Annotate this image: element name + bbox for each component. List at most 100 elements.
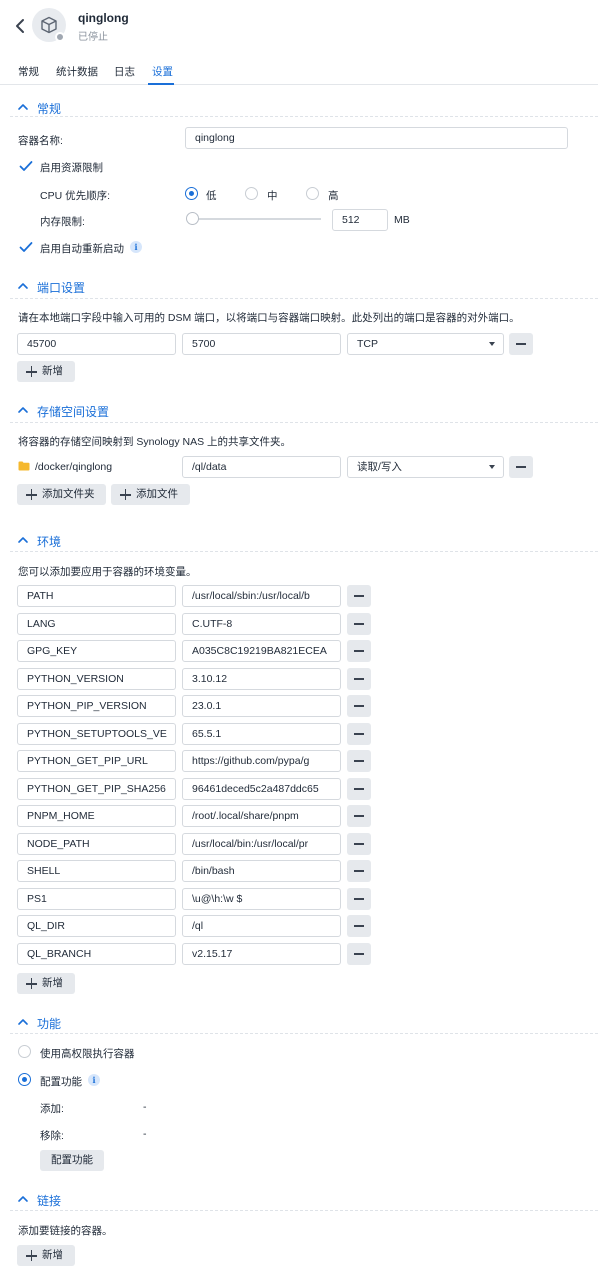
env-key-input[interactable]: PYTHON_PIP_VERSION <box>17 695 176 717</box>
privileged-radio[interactable] <box>18 1045 31 1058</box>
local-port-input[interactable]: 45700 <box>17 333 176 355</box>
env-key-input[interactable]: PNPM_HOME <box>17 805 176 827</box>
remove-env-button[interactable] <box>347 750 371 772</box>
auto-restart-label[interactable]: 启用自动重新启动 <box>40 241 124 256</box>
checkmark-icon[interactable] <box>19 160 33 172</box>
env-key-input[interactable]: LANG <box>17 613 176 635</box>
resource-limit-label[interactable]: 启用资源限制 <box>40 160 103 175</box>
env-value-input[interactable]: 23.0.1 <box>182 695 341 717</box>
container-title: qinglong <box>78 11 129 25</box>
remove-env-button[interactable] <box>347 723 371 745</box>
remove-volume-button[interactable] <box>509 456 533 478</box>
remove-env-button[interactable] <box>347 833 371 855</box>
section-title-capabilities[interactable]: 功能 <box>37 1015 61 1032</box>
cap-remove-value: - <box>143 1128 147 1140</box>
back-arrow-icon[interactable] <box>13 16 29 36</box>
collapse-chevron-icon[interactable] <box>17 102 29 112</box>
remove-env-button[interactable] <box>347 888 371 910</box>
env-value-input[interactable]: /usr/local/sbin:/usr/local/b <box>182 585 341 607</box>
cpu-medium-radio[interactable] <box>245 187 258 200</box>
memory-slider-handle[interactable] <box>186 212 199 225</box>
env-key-input[interactable]: GPG_KEY <box>17 640 176 662</box>
collapse-chevron-icon[interactable] <box>17 281 29 291</box>
section-title-storage[interactable]: 存储空间设置 <box>37 403 109 420</box>
checkmark-icon[interactable] <box>19 241 33 253</box>
remove-env-button[interactable] <box>347 640 371 662</box>
section-title-ports[interactable]: 端口设置 <box>37 279 85 296</box>
env-value-input[interactable]: C.UTF-8 <box>182 613 341 635</box>
cpu-low-label: 低 <box>206 190 217 202</box>
env-key-input[interactable]: PYTHON_SETUPTOOLS_VE <box>17 723 176 745</box>
env-value-input[interactable]: https://github.com/pypa/g <box>182 750 341 772</box>
add-link-button[interactable]: 新增 <box>17 1245 75 1266</box>
cap-add-label: 添加: <box>40 1103 64 1115</box>
remove-env-button[interactable] <box>347 585 371 607</box>
remove-env-button[interactable] <box>347 695 371 717</box>
env-key-input[interactable]: PS1 <box>17 888 176 910</box>
access-mode-select[interactable]: 读取/写入 <box>347 456 504 478</box>
add-file-button[interactable]: 添加文件 <box>111 484 190 505</box>
container-name-input[interactable]: qinglong <box>185 127 568 149</box>
memory-slider-track[interactable] <box>191 218 321 220</box>
env-value-input[interactable]: 3.10.12 <box>182 668 341 690</box>
env-value-input[interactable]: /ql <box>182 915 341 937</box>
configure-capabilities-radio[interactable] <box>18 1073 31 1086</box>
section-title-links[interactable]: 链接 <box>37 1192 61 1209</box>
env-key-input[interactable]: QL_DIR <box>17 915 176 937</box>
plus-icon <box>120 489 131 500</box>
env-value-input[interactable]: /usr/local/bin:/usr/local/pr <box>182 833 341 855</box>
remove-env-button[interactable] <box>347 860 371 882</box>
collapse-chevron-icon[interactable] <box>17 405 29 415</box>
section-divider <box>10 116 598 117</box>
info-icon[interactable]: i <box>88 1074 100 1086</box>
tab-settings[interactable]: 设置 <box>152 64 173 79</box>
env-key-input[interactable]: QL_BRANCH <box>17 943 176 965</box>
memory-input[interactable]: 512 <box>332 209 388 231</box>
remove-env-button[interactable] <box>347 805 371 827</box>
mount-path-input[interactable]: /ql/data <box>182 456 341 478</box>
remove-env-button[interactable] <box>347 778 371 800</box>
collapse-chevron-icon[interactable] <box>17 535 29 545</box>
section-title-general[interactable]: 常规 <box>37 100 61 117</box>
cpu-priority-label: CPU 优先顺序: <box>40 190 111 202</box>
collapse-chevron-icon[interactable] <box>17 1017 29 1027</box>
chevron-down-icon <box>489 342 495 346</box>
cpu-high-radio[interactable] <box>306 187 319 200</box>
env-value-input[interactable]: /root/.local/share/pnpm <box>182 805 341 827</box>
protocol-select[interactable]: TCP <box>347 333 504 355</box>
env-value-input[interactable]: 65.5.1 <box>182 723 341 745</box>
env-key-input[interactable]: SHELL <box>17 860 176 882</box>
memory-limit-label: 内存限制: <box>40 216 85 228</box>
env-key-input[interactable]: PYTHON_VERSION <box>17 668 176 690</box>
remove-env-button[interactable] <box>347 943 371 965</box>
tab-statistics[interactable]: 统计数据 <box>56 64 98 79</box>
container-port-input[interactable]: 5700 <box>182 333 341 355</box>
add-folder-button[interactable]: 添加文件夹 <box>17 484 106 505</box>
tab-logs[interactable]: 日志 <box>114 64 135 79</box>
env-value-input[interactable]: 96461deced5c2a487ddc65 <box>182 778 341 800</box>
section-title-environment[interactable]: 环境 <box>37 533 61 550</box>
env-value-input[interactable]: /bin/bash <box>182 860 341 882</box>
env-value-input[interactable]: A035C8C19219BA821ECEA <box>182 640 341 662</box>
env-description: 您可以添加要应用于容器的环境变量。 <box>18 566 197 578</box>
env-key-input[interactable]: PYTHON_GET_PIP_URL <box>17 750 176 772</box>
env-key-input[interactable]: PATH <box>17 585 176 607</box>
env-key-input[interactable]: PYTHON_GET_PIP_SHA256 <box>17 778 176 800</box>
remove-port-button[interactable] <box>509 333 533 355</box>
env-key-input[interactable]: NODE_PATH <box>17 833 176 855</box>
cpu-medium-label: 中 <box>267 190 278 202</box>
add-port-button[interactable]: 新增 <box>17 361 75 382</box>
cpu-low-radio[interactable] <box>185 187 198 200</box>
remove-env-button[interactable] <box>347 668 371 690</box>
section-divider <box>10 551 598 552</box>
add-env-button[interactable]: 新增 <box>17 973 75 994</box>
env-value-input[interactable]: \u@\h:\w $ <box>182 888 341 910</box>
collapse-chevron-icon[interactable] <box>17 1194 29 1204</box>
privileged-label: 使用高权限执行容器 <box>40 1048 135 1060</box>
remove-env-button[interactable] <box>347 915 371 937</box>
env-value-input[interactable]: v2.15.17 <box>182 943 341 965</box>
tab-general[interactable]: 常规 <box>18 64 39 79</box>
remove-env-button[interactable] <box>347 613 371 635</box>
configure-capabilities-button[interactable]: 配置功能 <box>40 1150 104 1171</box>
info-icon[interactable]: i <box>130 241 142 253</box>
